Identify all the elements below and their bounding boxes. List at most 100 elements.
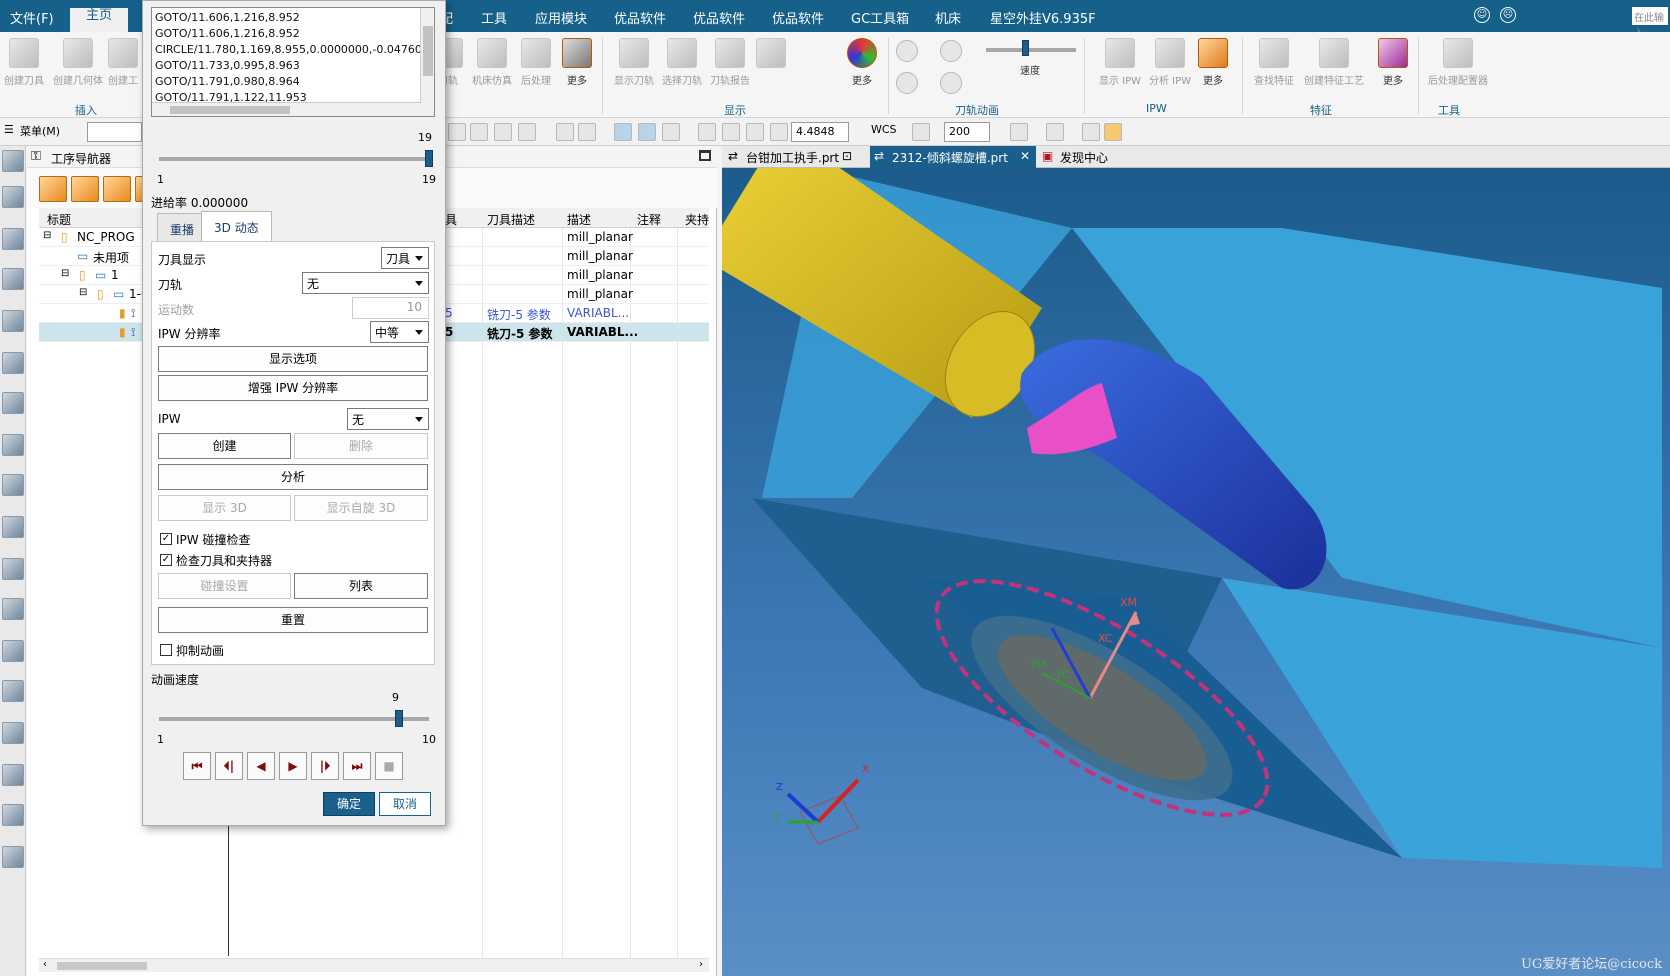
maximize-icon[interactable] (699, 150, 711, 161)
increase-ipw-resolution-button[interactable]: 增强 IPW 分辨率 (158, 375, 428, 401)
roles-icon[interactable] (2, 558, 24, 580)
create-button[interactable]: 创建 (158, 433, 291, 459)
goto-hscroll[interactable] (152, 102, 422, 116)
reset-button[interactable]: 重置 (158, 607, 428, 633)
machine-view-icon[interactable] (71, 176, 99, 202)
tool-icon[interactable] (2, 228, 24, 250)
goto-line[interactable]: GOTO/11.733,0.995,8.963 (155, 59, 300, 72)
show-free-3d-button[interactable]: 显示自旋 3D (294, 495, 428, 521)
navigator-icon[interactable] (2, 310, 24, 332)
collapse-icon[interactable]: ⊟ (43, 230, 51, 241)
more-button-1[interactable]: 更多 (555, 36, 599, 87)
scroll-left-icon[interactable]: ‹ (43, 959, 47, 970)
menu-youpin-2[interactable]: 优品软件 (693, 8, 745, 27)
tab-replay[interactable]: 重播 (157, 213, 208, 241)
frown-icon[interactable]: ☹ (1500, 7, 1516, 23)
menu-gc-toolbox[interactable]: GC工具箱 (851, 8, 909, 27)
play-icon[interactable] (940, 40, 962, 62)
process-icon[interactable] (2, 846, 24, 868)
tab-3d-dynamic[interactable]: 3D 动态 (201, 211, 272, 241)
globe-icon[interactable] (2, 640, 24, 662)
weld-icon[interactable] (2, 516, 24, 538)
doc-tab-active[interactable]: ⇄ 2312-倾斜螺旋槽.prt ✕ (870, 146, 1036, 168)
goto-list[interactable]: GOTO/11.606,1.216,8.952 GOTO/11.606,1.21… (151, 7, 435, 117)
select-icon-2[interactable] (470, 123, 488, 141)
menu-file[interactable]: 文件(F) (10, 8, 54, 27)
geometry-view-icon[interactable] (103, 176, 131, 202)
show-icon[interactable] (638, 123, 656, 141)
col-note[interactable]: 注释 (637, 211, 661, 228)
play-button[interactable]: ▶ (279, 752, 307, 780)
select-icon-1[interactable] (448, 123, 466, 141)
stop-button[interactable]: ■ (375, 752, 403, 780)
view-cube-icon[interactable] (1046, 123, 1064, 141)
menu-machine[interactable]: 机床 (935, 8, 961, 27)
navigator-hscroll[interactable]: ‹ › (39, 958, 709, 972)
ipw-select[interactable]: 无 (347, 408, 429, 430)
step-slider-thumb[interactable] (425, 150, 433, 167)
display-options-button[interactable]: 显示选项 (158, 346, 428, 372)
analyze-ipw-button[interactable]: 分析 IPW (1144, 36, 1196, 87)
anim-speed-ribbon-thumb[interactable] (1022, 40, 1029, 56)
menu-home[interactable]: 主页 (70, 8, 129, 32)
menu-youpin-1[interactable]: 优品软件 (614, 8, 666, 27)
program-view-icon[interactable] (39, 176, 67, 202)
menu-dropdown[interactable]: 菜单(M) (20, 123, 60, 141)
box-icon[interactable] (2, 474, 24, 496)
machine-icon[interactable] (2, 392, 24, 414)
toolpath-select[interactable]: 无 (302, 272, 429, 294)
goto-line[interactable]: GOTO/11.791,0.980,8.964 (155, 75, 300, 88)
goto-line[interactable]: CIRCLE/11.780,1.169,8.955,0.0000000,-0.0… (155, 43, 434, 56)
graphics-viewport[interactable]: XM XC YM YC X Z Y UG爱好者论坛@cicock (722, 168, 1670, 976)
step-forward-button[interactable]: |⏵ (311, 752, 339, 780)
find-feature-button[interactable]: 查找特征 (1248, 36, 1300, 87)
navigator-hscroll-thumb[interactable] (57, 962, 147, 970)
fit-icon[interactable] (698, 123, 716, 141)
goto-vscroll-thumb[interactable] (423, 26, 433, 76)
create-tool-button[interactable]: 创建刀具 (0, 36, 50, 87)
tools-icon[interactable] (2, 804, 24, 826)
mcs-icon[interactable] (614, 123, 632, 141)
menu-plugin[interactable]: 星空外挂V6.935F (990, 8, 1096, 27)
filter-input[interactable] (87, 122, 142, 142)
close-icon[interactable]: ✕ (1020, 149, 1030, 163)
scroll-right-icon[interactable]: › (699, 959, 703, 970)
more-button-2[interactable]: 更多 (838, 36, 886, 87)
analyze-button[interactable]: 分析 (158, 464, 428, 490)
play-reverse-button[interactable]: ◀ (247, 752, 275, 780)
goto-line[interactable]: GOTO/11.606,1.216,8.952 (155, 27, 300, 40)
col-tool-desc[interactable]: 刀具描述 (487, 211, 535, 228)
display-misc-button[interactable] (756, 36, 786, 72)
select-icon-3[interactable] (494, 123, 512, 141)
info-icon[interactable] (2, 598, 24, 620)
ok-button[interactable]: 确定 (323, 792, 375, 816)
step-slider-track[interactable] (159, 157, 429, 161)
doc-tab-vise[interactable]: 台钳加工执手.prt (746, 149, 839, 166)
select-icon-6[interactable] (578, 123, 596, 141)
hide-icon[interactable] (662, 123, 680, 141)
library-icon[interactable] (2, 352, 24, 374)
menu-icon[interactable]: ☰ (4, 123, 14, 141)
command-search-input[interactable]: 在此输入 (1632, 7, 1668, 39)
tool-display-select[interactable]: 刀具 (381, 247, 429, 269)
col-desc[interactable]: 描述 (567, 211, 591, 228)
anim-speed-track[interactable] (159, 717, 429, 721)
geometry-icon[interactable] (2, 268, 24, 290)
rotate-icon[interactable] (770, 123, 788, 141)
scale-input[interactable]: 4.4848 (791, 122, 849, 142)
more-button-4[interactable]: 更多 (1370, 36, 1416, 87)
goto-hscroll-thumb[interactable] (170, 106, 290, 114)
menu-youpin-3[interactable]: 优品软件 (772, 8, 824, 27)
suppress-animation-checkbox[interactable] (160, 644, 172, 656)
goto-vscroll[interactable] (420, 8, 434, 116)
create-feature-process-button[interactable]: 创建特征工艺 (1300, 36, 1368, 87)
show-3d-button[interactable]: 显示 3D (158, 495, 291, 521)
col-tool[interactable]: 具 (445, 211, 457, 228)
show-toolpath-button[interactable]: 显示刀轨 (608, 36, 660, 87)
col-title[interactable]: 标题 (47, 211, 71, 228)
show-ipw-button[interactable]: 显示 IPW (1094, 36, 1146, 87)
step-back-button[interactable]: ⏴| (215, 752, 243, 780)
wireframe-icon[interactable] (1082, 123, 1100, 141)
select-toolpath-button[interactable]: 选择刀轨 (656, 36, 708, 87)
step-forward-icon[interactable] (940, 72, 962, 94)
